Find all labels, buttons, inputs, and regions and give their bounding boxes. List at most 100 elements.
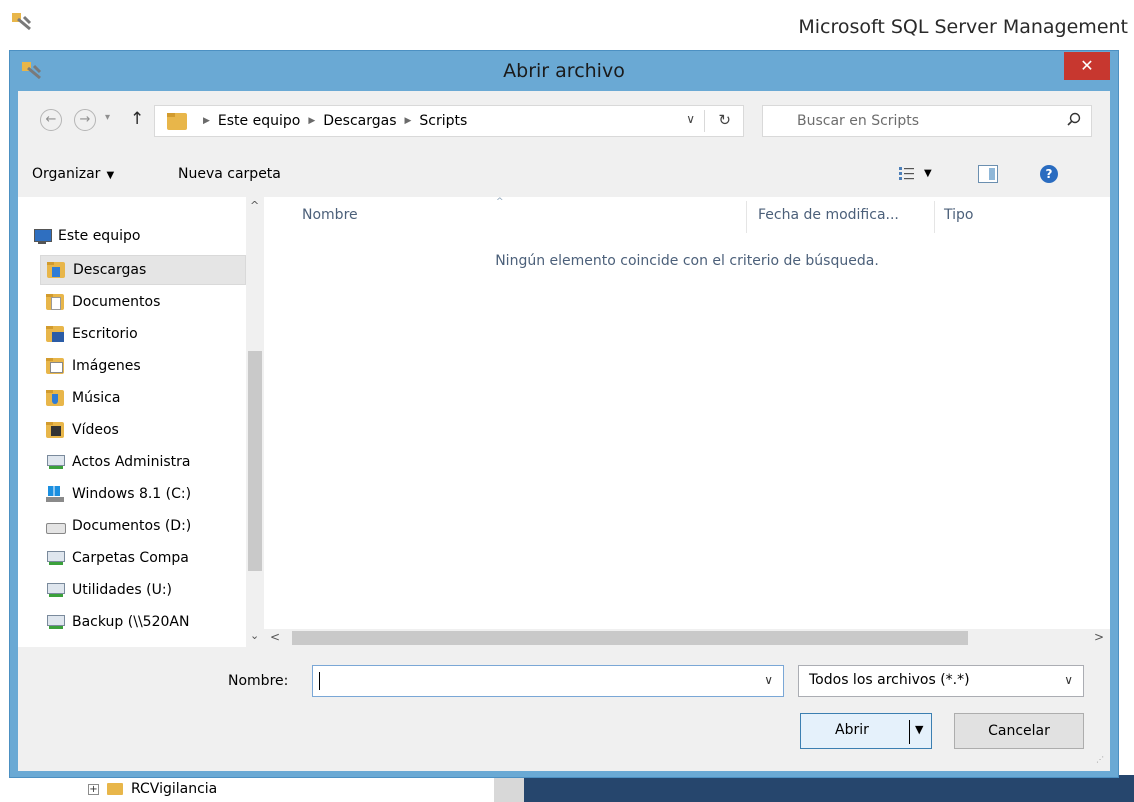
network-drive-icon xyxy=(46,550,65,566)
help-icon[interactable]: ? xyxy=(1040,165,1058,183)
resize-grip-icon[interactable]: ⋰ xyxy=(1096,756,1106,767)
view-options-chevron-icon[interactable]: ▼ xyxy=(924,168,932,179)
file-list: ^ Nombre Fecha de modifica... Tipo Ningú… xyxy=(264,197,1110,647)
videos-folder-icon xyxy=(46,422,64,438)
scroll-left-icon[interactable]: < xyxy=(270,630,280,644)
sidebar-item-label: Este equipo xyxy=(58,228,141,244)
breadcrumb-separator-icon[interactable]: ▶ xyxy=(308,116,315,126)
refresh-icon[interactable]: ↻ xyxy=(718,111,731,129)
command-bar: Organizar ▼ Nueva carpeta ▼ ? xyxy=(18,153,1110,197)
windows-drive-icon xyxy=(46,486,64,502)
search-input[interactable]: Buscar en Scripts xyxy=(762,105,1092,137)
downloads-folder-icon xyxy=(47,262,65,278)
network-drive-icon xyxy=(46,454,65,470)
file-type-select[interactable]: Todos los archivos (*.*) ∨ xyxy=(798,665,1084,697)
sidebar-item-label: Utilidades (U:) xyxy=(72,582,173,598)
breadcrumb-separator-icon[interactable]: ▶ xyxy=(203,116,210,126)
pictures-folder-icon xyxy=(46,358,64,374)
open-button[interactable]: Abrir ▼ xyxy=(800,713,932,749)
search-icon[interactable] xyxy=(1067,112,1081,126)
sidebar-item-windows-c[interactable]: Windows 8.1 (C:) xyxy=(46,479,246,509)
sidebar-item-label: Carpetas Compa xyxy=(72,550,189,566)
breadcrumb-separator-icon[interactable]: ▶ xyxy=(405,116,412,126)
organize-label: Organizar xyxy=(32,166,101,182)
sidebar-item-label: Descargas xyxy=(73,262,147,278)
sidebar-item-musica[interactable]: Música xyxy=(46,383,120,413)
expand-icon[interactable]: + xyxy=(88,783,99,795)
breadcrumb-item-descargas[interactable]: Descargas xyxy=(323,113,396,129)
breadcrumb-item-este-equipo[interactable]: Este equipo xyxy=(218,113,300,129)
sidebar-item-label: Vídeos xyxy=(72,422,119,438)
sidebar-item-label: Documentos xyxy=(72,294,161,310)
column-header-name[interactable]: Nombre xyxy=(302,207,358,223)
close-button[interactable]: ✕ xyxy=(1064,52,1110,80)
forward-button[interactable]: → xyxy=(74,109,96,131)
view-details-icon[interactable] xyxy=(898,165,916,183)
file-name-input[interactable]: ∨ xyxy=(312,665,784,697)
sidebar-item-documentos-d[interactable]: Documentos (D:) xyxy=(46,511,246,541)
recent-locations-chevron-icon[interactable]: ▾ xyxy=(105,112,110,123)
network-drive-icon xyxy=(46,582,65,598)
background-object-explorer: + RCVigilancia xyxy=(18,775,520,802)
open-options-chevron-icon[interactable]: ▼ xyxy=(915,723,923,736)
address-bar[interactable]: ▶ Este equipo ▶ Descargas ▶ Scripts ∨ ↻ xyxy=(154,105,744,137)
file-name-history-chevron-icon[interactable]: ∨ xyxy=(764,673,773,687)
sidebar-item-utilidades-u[interactable]: Utilidades (U:) xyxy=(46,575,246,605)
address-divider xyxy=(704,110,705,132)
folder-icon xyxy=(107,783,123,795)
dialog-title: Abrir archivo xyxy=(503,60,625,82)
sidebar-item-backup[interactable]: Backup (\\520AN xyxy=(46,607,246,637)
scrollbar-thumb[interactable] xyxy=(292,631,968,645)
chevron-down-icon: ▼ xyxy=(106,170,115,181)
sidebar-item-imagenes[interactable]: Imágenes xyxy=(46,351,141,381)
sidebar-item-label: Imágenes xyxy=(72,358,141,374)
scrollbar-thumb[interactable] xyxy=(248,351,262,571)
navigation-pane-scrollbar[interactable]: ^ ⌄ xyxy=(246,197,264,647)
column-divider[interactable] xyxy=(746,201,747,233)
sidebar-item-descargas[interactable]: Descargas xyxy=(40,255,246,285)
up-button[interactable]: ↑ xyxy=(130,109,144,129)
breadcrumb-item-scripts[interactable]: Scripts xyxy=(419,113,467,129)
address-history-chevron-icon[interactable]: ∨ xyxy=(686,112,695,126)
local-drive-icon xyxy=(46,518,66,534)
sidebar-item-label: Música xyxy=(72,390,121,406)
back-button[interactable]: ← xyxy=(40,109,62,131)
open-file-dialog: Abrir archivo ✕ ← → ▾ ↑ ▶ Este equipo ▶ … xyxy=(9,50,1119,778)
sidebar-item-label: Actos Administra xyxy=(72,454,191,470)
scroll-up-icon[interactable]: ^ xyxy=(250,199,259,212)
sidebar-item-videos[interactable]: Vídeos xyxy=(46,415,119,445)
cancel-button[interactable]: Cancelar xyxy=(954,713,1084,749)
column-header-date[interactable]: Fecha de modifica... xyxy=(758,207,899,223)
scroll-down-icon[interactable]: ⌄ xyxy=(250,629,259,642)
tree-row[interactable]: + RCVigilancia xyxy=(88,781,217,797)
column-header-type[interactable]: Tipo xyxy=(944,207,973,223)
file-name-label: Nombre: xyxy=(228,673,289,689)
background-scrollbar xyxy=(494,775,524,802)
sidebar-item-label: Backup (\\520AN xyxy=(72,614,190,630)
dialog-titlebar[interactable]: Abrir archivo ✕ xyxy=(10,51,1118,91)
sidebar-item-actos-administra[interactable]: Actos Administra xyxy=(46,447,246,477)
breadcrumb: ▶ Este equipo ▶ Descargas ▶ Scripts xyxy=(195,113,467,129)
computer-icon xyxy=(32,228,52,244)
text-cursor xyxy=(319,672,320,690)
background-app-title: Microsoft SQL Server Management xyxy=(798,16,1128,38)
sidebar-item-escritorio[interactable]: Escritorio xyxy=(46,319,138,349)
organize-button[interactable]: Organizar ▼ xyxy=(32,166,114,182)
chevron-down-icon: ∨ xyxy=(1064,673,1073,687)
documents-folder-icon xyxy=(46,294,64,310)
scroll-right-icon[interactable]: > xyxy=(1094,630,1104,644)
sidebar-item-label: Windows 8.1 (C:) xyxy=(72,486,192,502)
preview-pane-icon[interactable] xyxy=(978,165,998,183)
sidebar-item-este-equipo[interactable]: Este equipo xyxy=(32,221,140,251)
sidebar-item-carpetas-compa[interactable]: Carpetas Compa xyxy=(46,543,246,573)
file-name-area: Nombre: ∨ Todos los archivos (*.*) ∨ Abr… xyxy=(18,647,1110,771)
file-list-horizontal-scrollbar[interactable]: < > xyxy=(264,629,1110,647)
sidebar-item-documentos[interactable]: Documentos xyxy=(46,287,160,317)
new-folder-button[interactable]: Nueva carpeta xyxy=(178,166,281,182)
tree-item-label: RCVigilancia xyxy=(131,781,218,797)
split-divider xyxy=(909,720,910,744)
sidebar-item-label: Escritorio xyxy=(72,326,138,342)
column-divider[interactable] xyxy=(934,201,935,233)
desktop-folder-icon xyxy=(46,326,64,342)
background-app-titlebar: Microsoft SQL Server Management xyxy=(0,0,1134,46)
